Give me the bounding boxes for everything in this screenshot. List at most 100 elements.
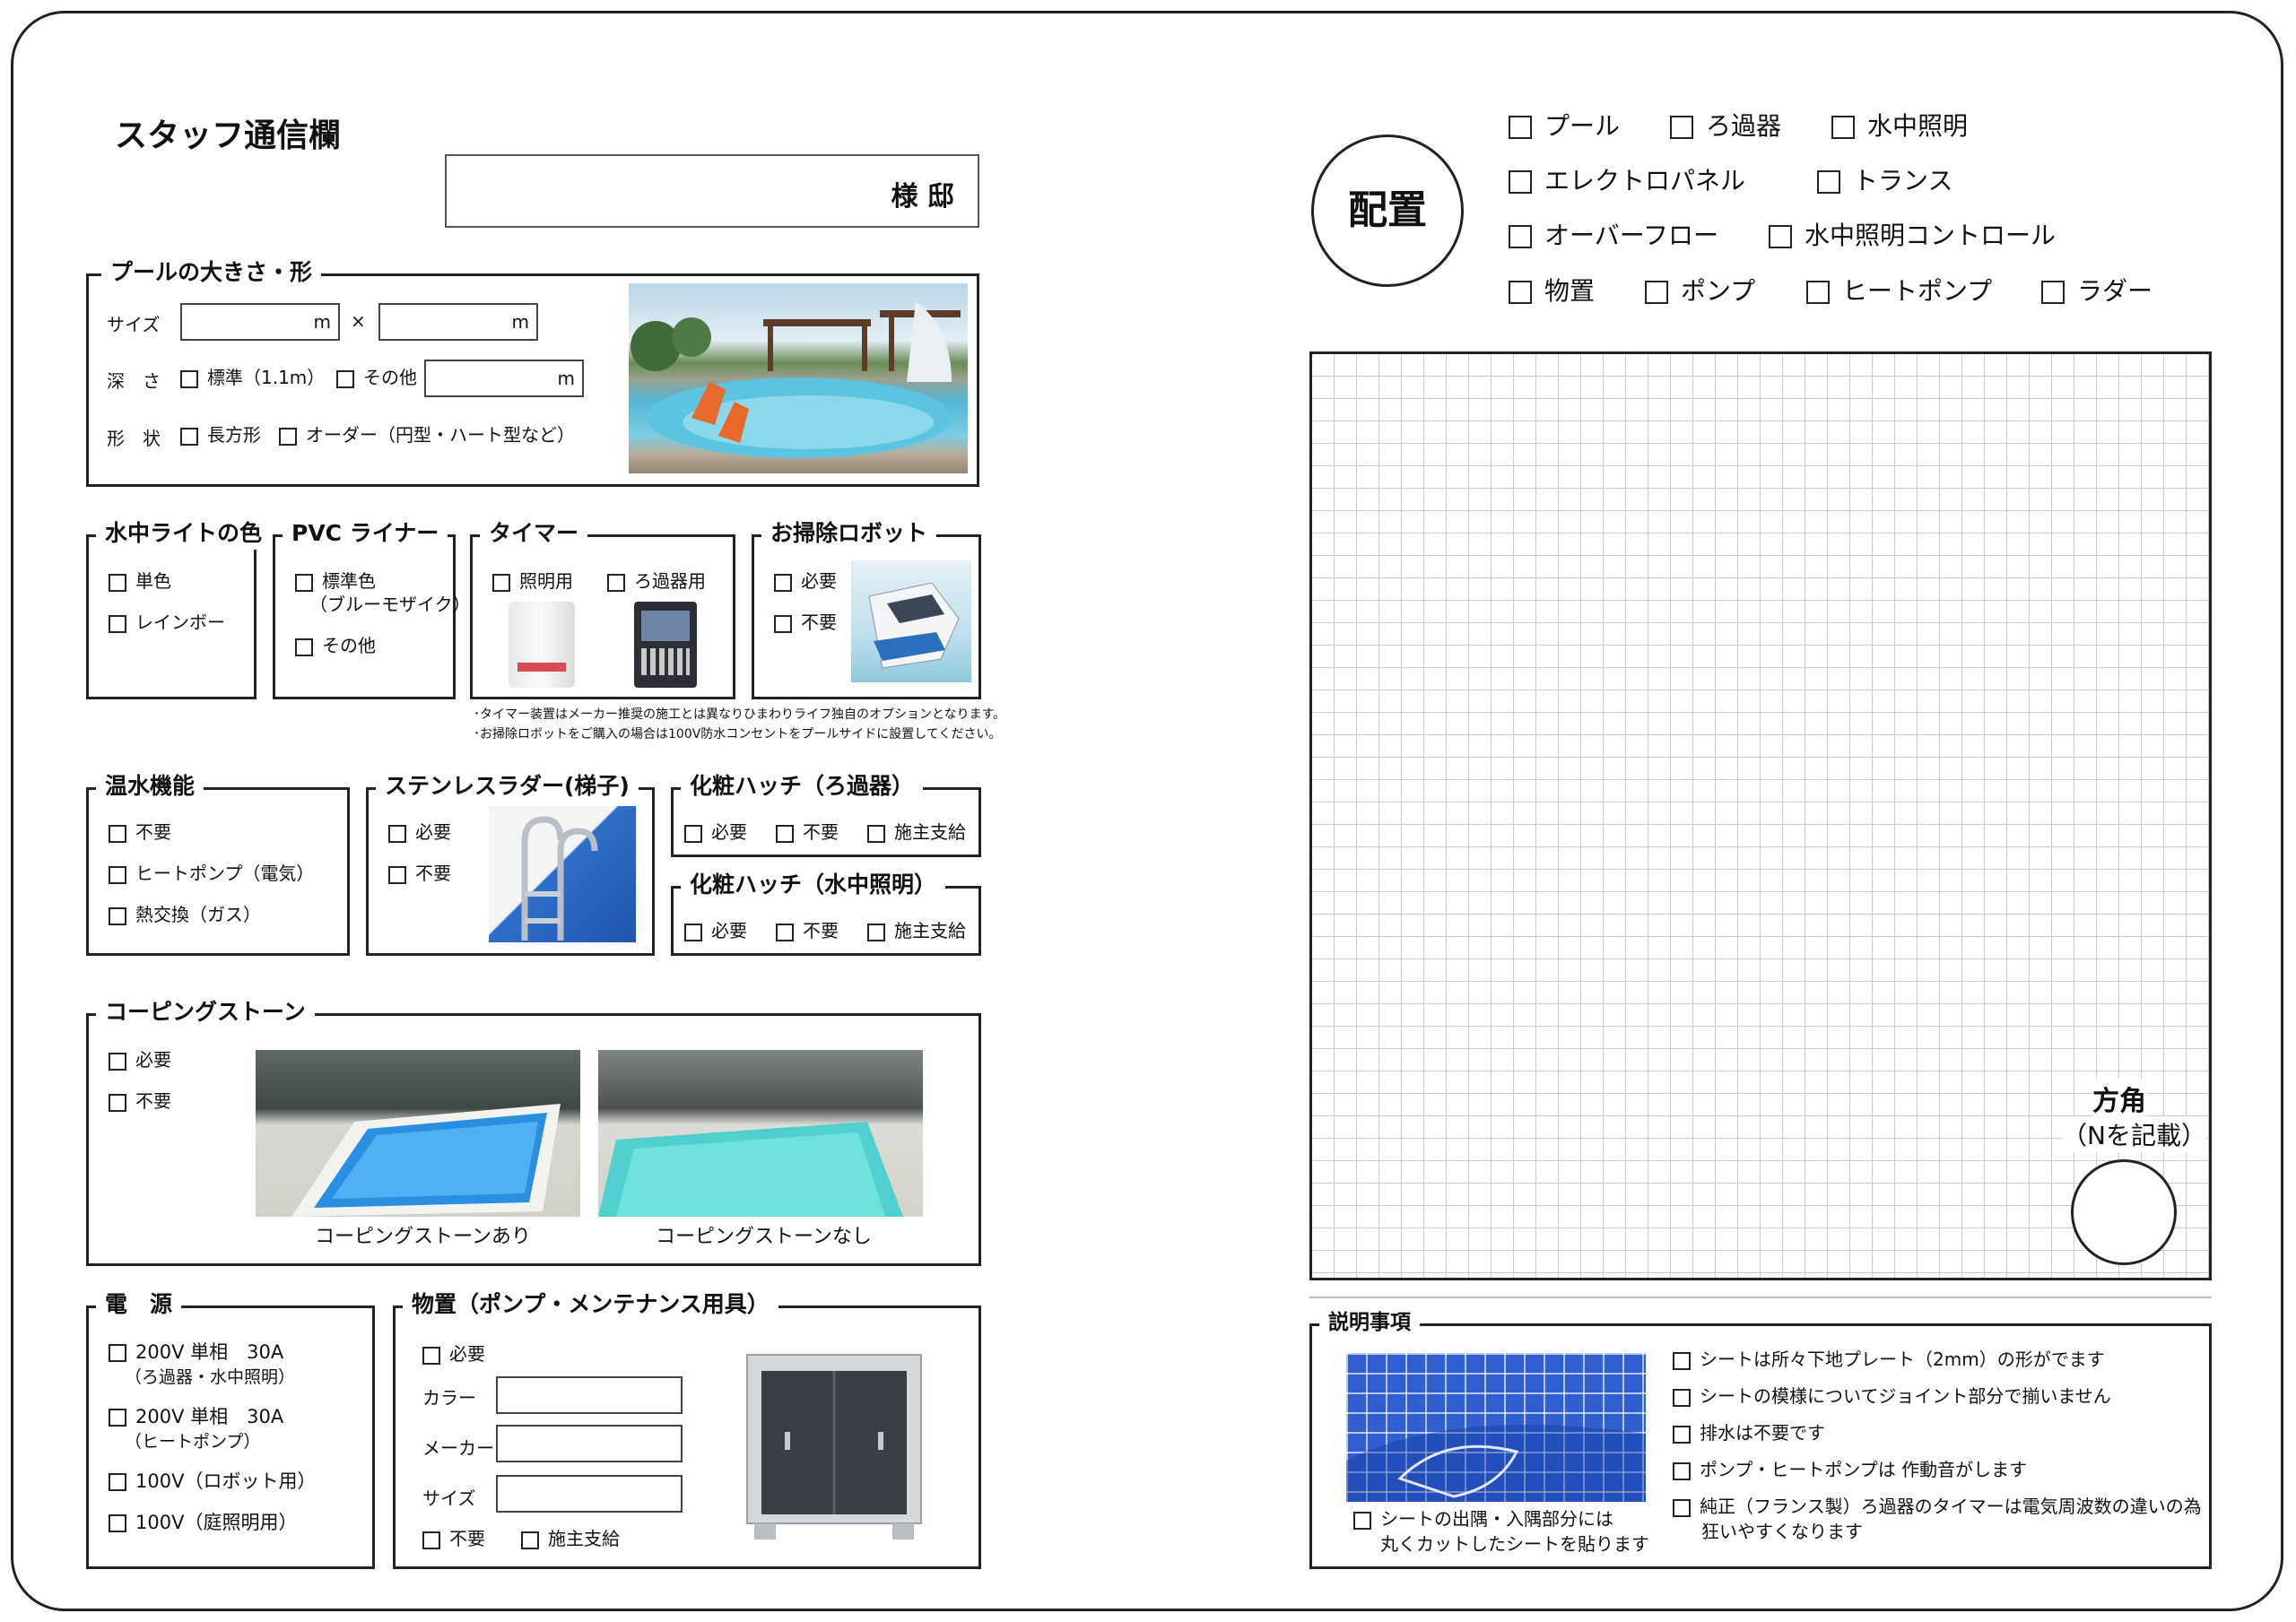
coping-not-needed-option[interactable]: 不要 [109,1089,171,1113]
layout-electro-panel-option[interactable]: エレクトロパネル [1509,166,1745,196]
hatch-filter-owner-option[interactable]: 施主支給 [867,820,966,844]
shape-order-option[interactable]: オーダー（円型・ハート型など） [279,423,575,447]
note-plate-shape-option[interactable]: シートは所々下地プレート（2mm）の形がでます [1673,1348,2105,1371]
checkbox[interactable] [607,573,625,592]
size-width-field[interactable]: m [378,303,538,341]
checkbox[interactable] [1509,116,1532,139]
heating-heatpump-option[interactable]: ヒートポンプ（電気） [109,862,314,885]
checkbox[interactable] [109,1409,126,1427]
size-length-field[interactable]: m [180,303,340,341]
checkbox[interactable] [684,824,702,843]
customer-name-field[interactable]: 様 邸 [445,154,979,228]
checkbox[interactable] [109,906,126,925]
checkbox[interactable] [1509,225,1532,248]
storage-maker-field[interactable] [496,1425,683,1462]
heating-gas-option[interactable]: 熱交換（ガス） [109,903,261,926]
checkbox[interactable] [109,865,126,884]
hatch-light-owner-option[interactable]: 施主支給 [867,919,966,942]
layout-transformer-option[interactable]: トランス [1817,166,1952,196]
checkbox[interactable] [684,923,702,941]
checkbox[interactable] [388,824,406,843]
light-single-option[interactable]: 単色 [109,569,171,593]
robot-required-option[interactable]: 必要 [774,569,837,593]
storage-color-field[interactable] [496,1376,683,1414]
checkbox[interactable] [109,1093,126,1112]
depth-other-field[interactable]: m [424,360,584,397]
checkbox[interactable] [279,427,297,446]
checkbox[interactable] [1817,170,1840,194]
checkbox[interactable] [109,1344,126,1362]
power-100v-garden-option[interactable]: 100V（庭照明用） [109,1511,297,1534]
layout-pump-option[interactable]: ポンプ [1645,276,1755,307]
checkbox[interactable] [1353,1511,1371,1530]
power-100v-robot-option[interactable]: 100V（ロボット用） [109,1470,316,1493]
timer-filter-option[interactable]: ろ過器用 [607,569,706,593]
checkbox[interactable] [1509,281,1532,304]
checkbox[interactable] [774,614,792,633]
power-200v-heatpump-option[interactable]: 200V 単相 30A [109,1405,283,1428]
depth-other-option[interactable]: その他 [336,366,417,389]
checkbox[interactable] [180,427,198,446]
checkbox[interactable] [388,865,406,884]
checkbox[interactable] [492,573,510,592]
checkbox[interactable] [109,573,126,592]
checkbox[interactable] [109,1514,126,1532]
checkbox[interactable] [295,573,313,592]
checkbox[interactable] [1673,1388,1691,1407]
note-drain-option[interactable]: 排水は不要です [1673,1421,1825,1444]
checkbox[interactable] [109,824,126,843]
heating-none-option[interactable]: 不要 [109,820,171,844]
layout-pool-option[interactable]: プール [1509,111,1620,142]
checkbox[interactable] [109,1473,126,1491]
checkbox[interactable] [774,573,792,592]
checkbox[interactable] [109,614,126,633]
note-pattern-joint-option[interactable]: シートの模様についてジョイント部分で揃いません [1673,1384,2111,1408]
storage-owner-option[interactable]: 施主支給 [521,1527,620,1550]
coping-required-option[interactable]: 必要 [109,1048,171,1071]
checkbox[interactable] [180,369,198,388]
storage-not-needed-option[interactable]: 不要 [422,1527,485,1550]
checkbox[interactable] [867,824,885,843]
checkbox[interactable] [1670,116,1693,139]
checkbox[interactable] [1673,1351,1691,1370]
pvc-other-option[interactable]: その他 [295,634,376,657]
layout-storage-option[interactable]: 物置 [1509,276,1595,307]
hatch-light-required-option[interactable]: 必要 [684,919,747,942]
checkbox[interactable] [1673,1498,1691,1517]
checkbox[interactable] [1673,1425,1691,1444]
layout-ladder-option[interactable]: ラダー [2041,276,2152,307]
layout-light-control-option[interactable]: 水中照明コントロール [1769,221,2056,251]
layout-drawing-grid[interactable]: 方角 （Nを記載） [1309,351,2212,1280]
checkbox[interactable] [1673,1462,1691,1480]
checkbox[interactable] [1806,281,1830,304]
checkbox[interactable] [776,923,794,941]
hatch-filter-not-needed-option[interactable]: 不要 [776,820,839,844]
layout-overflow-option[interactable]: オーバーフロー [1509,221,1718,251]
checkbox[interactable] [1769,225,1792,248]
note-timer-frequency-option[interactable]: 純正（フランス製）ろ過器のタイマーは電気周波数の違いの為 [1673,1495,2202,1518]
checkbox[interactable] [867,923,885,941]
checkbox[interactable] [336,369,354,388]
layout-heatpump-option[interactable]: ヒートポンプ [1806,276,1992,307]
checkbox[interactable] [2041,281,2065,304]
storage-required-option[interactable]: 必要 [422,1342,485,1366]
timer-lighting-option[interactable]: 照明用 [492,569,573,593]
checkbox[interactable] [422,1346,440,1365]
liner-corner-option[interactable]: シートの出隅・入隅部分には [1353,1507,1613,1531]
pvc-standard-option[interactable]: 標準色 [295,569,376,593]
checkbox[interactable] [776,824,794,843]
checkbox[interactable] [1645,281,1668,304]
compass-circle[interactable] [2071,1159,2177,1265]
checkbox[interactable] [422,1531,440,1549]
hatch-light-not-needed-option[interactable]: 不要 [776,919,839,942]
layout-underwater-light-option[interactable]: 水中照明 [1831,111,1968,142]
checkbox[interactable] [109,1052,126,1071]
light-rainbow-option[interactable]: レインボー [109,611,225,634]
checkbox[interactable] [1831,116,1855,139]
power-200v-filter-option[interactable]: 200V 単相 30A [109,1340,283,1364]
robot-not-needed-option[interactable]: 不要 [774,611,837,634]
storage-size-field[interactable] [496,1475,683,1513]
checkbox[interactable] [295,638,313,656]
ladder-required-option[interactable]: 必要 [388,820,451,844]
ladder-not-needed-option[interactable]: 不要 [388,862,451,885]
